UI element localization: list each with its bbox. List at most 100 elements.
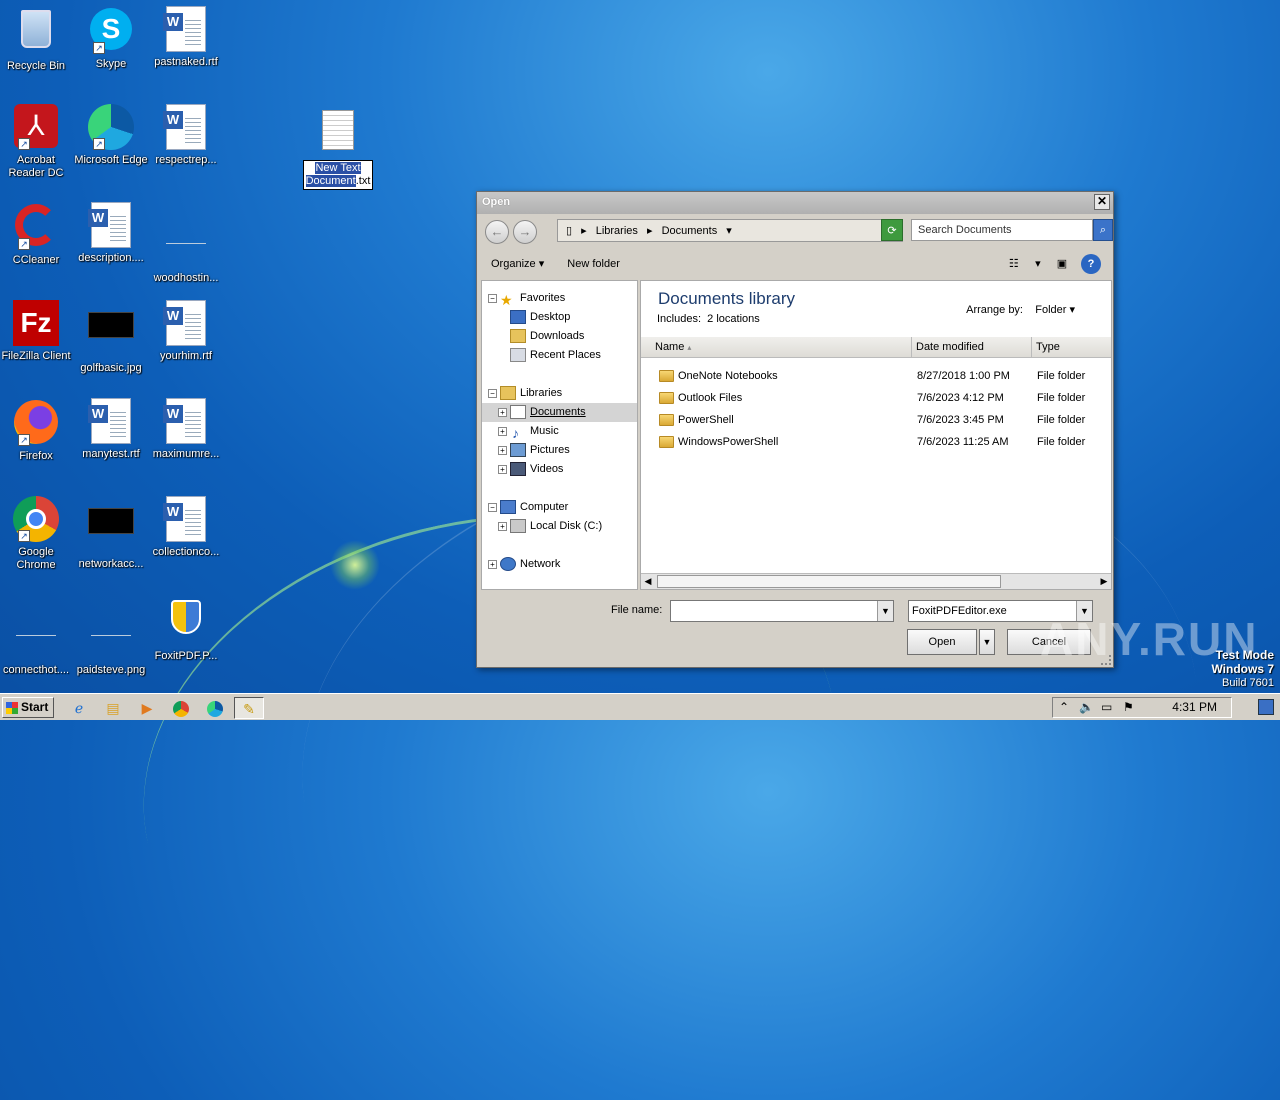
desktop-icon-chrome[interactable]: ↗ Google Chrome bbox=[0, 496, 74, 572]
desktop-icon-label: FoxitPDF.P... bbox=[154, 650, 218, 662]
pictures-icon bbox=[510, 443, 526, 457]
desktop-icon-label: Skype bbox=[95, 58, 127, 70]
desktop-icon-woodhostin[interactable]: woodhostin... bbox=[148, 202, 224, 285]
desktop-icon-filezilla[interactable]: Fz FileZilla Client bbox=[0, 300, 74, 363]
file-row[interactable]: Outlook Files 7/6/2023 4:12 PM File fold… bbox=[641, 387, 1111, 409]
nav-item-computer[interactable]: − Computer bbox=[482, 498, 637, 517]
desktop-icon-label: maximumre... bbox=[152, 448, 220, 460]
column-header-name[interactable]: Name ▴ bbox=[641, 337, 912, 358]
test-mode-notice: Test Mode Windows 7 Build 7601 bbox=[1211, 648, 1274, 689]
library-locations-link[interactable]: 2 locations bbox=[707, 313, 760, 325]
desktop-icon-acrobat[interactable]: ⅄ ↗ Acrobat Reader DC bbox=[0, 104, 74, 180]
desktop-icon-edge[interactable]: ↗ Microsoft Edge bbox=[73, 104, 149, 167]
desktop-icon-label: FileZilla Client bbox=[1, 350, 71, 362]
file-name-input[interactable]: ▼ bbox=[670, 600, 894, 622]
word-document-icon bbox=[87, 398, 135, 446]
dialog-titlebar[interactable]: Open ✕ bbox=[477, 192, 1113, 214]
search-icon[interactable]: ⌕ bbox=[1093, 219, 1113, 241]
scroll-right-icon[interactable]: ▶ bbox=[1097, 574, 1111, 589]
start-button[interactable]: Start bbox=[2, 697, 54, 718]
desktop-icon-pastnaked[interactable]: pastnaked.rtf bbox=[148, 6, 224, 69]
desktop-icon-yourhim[interactable]: yourhim.rtf bbox=[148, 300, 224, 363]
desktop-icon-collectionco[interactable]: collectionco... bbox=[148, 496, 224, 559]
view-options-icon[interactable]: ☷ bbox=[1004, 254, 1024, 274]
network-tray-icon[interactable]: ▭ bbox=[1101, 700, 1112, 714]
open-split-dropdown[interactable]: ▼ bbox=[979, 629, 995, 655]
chevron-right-icon: ▸ bbox=[646, 225, 653, 237]
nav-item-libraries[interactable]: − Libraries bbox=[482, 384, 637, 403]
help-icon[interactable]: ? bbox=[1081, 254, 1101, 274]
file-row[interactable]: WindowsPowerShell 7/6/2023 11:25 AM File… bbox=[641, 431, 1111, 453]
show-desktop-icon[interactable] bbox=[1258, 699, 1274, 715]
nav-item-local-disk[interactable]: + Local Disk (C:) bbox=[482, 517, 637, 536]
desktop-icon-ccleaner[interactable]: ↗ CCleaner bbox=[0, 202, 74, 267]
desktop-icon-label: description.... bbox=[78, 252, 144, 264]
horizontal-scrollbar[interactable]: ◀ ▶ bbox=[641, 573, 1111, 589]
desktop-icon-networkacc[interactable]: networkacc... bbox=[73, 496, 149, 571]
chrome-icon[interactable] bbox=[170, 697, 192, 719]
nav-item-favorites[interactable]: − ★ Favorites bbox=[482, 289, 637, 308]
desktop-icon-respectrep[interactable]: respectrep... bbox=[148, 104, 224, 167]
desktop-icon-foxitpdf[interactable]: FoxitPDF.P... bbox=[148, 594, 224, 663]
chevron-down-icon[interactable]: ▾ bbox=[726, 225, 732, 237]
internet-explorer-icon[interactable]: ℯ bbox=[68, 697, 90, 719]
file-row[interactable]: OneNote Notebooks 8/27/2018 1:00 PM File… bbox=[641, 365, 1111, 387]
desktop-icon-golfbasic[interactable]: golfbasic.jpg bbox=[73, 300, 149, 375]
desktop-icon-maximumre[interactable]: maximumre... bbox=[148, 398, 224, 461]
edge-icon[interactable] bbox=[204, 697, 226, 719]
desktop-icon-manytest[interactable]: manytest.rtf bbox=[73, 398, 149, 461]
word-document-icon bbox=[162, 300, 210, 348]
media-player-icon[interactable]: ▶ bbox=[136, 697, 158, 719]
nav-item-pictures[interactable]: + Pictures bbox=[482, 441, 637, 460]
desktop-icon-new-text-document[interactable]: New Text Document.txt bbox=[298, 106, 378, 190]
breadcrumb-documents[interactable]: Documents bbox=[662, 225, 718, 237]
file-explorer-icon[interactable]: ▤ bbox=[102, 697, 124, 719]
desktop-icon-label: woodhostin... bbox=[153, 272, 219, 284]
address-bar[interactable]: ▯ ▸ Libraries ▸ Documents ▾ ▾ bbox=[557, 219, 903, 242]
refresh-button[interactable]: ⟳ bbox=[881, 219, 903, 241]
nav-item-music[interactable]: + ♪ Music bbox=[482, 422, 637, 441]
wallpaper-glow bbox=[330, 540, 380, 590]
foxit-installer-task-icon[interactable]: ✎ bbox=[234, 697, 264, 719]
chrome-icon: ↗ bbox=[12, 496, 60, 544]
rename-textbox[interactable]: New Text Document.txt bbox=[302, 160, 374, 190]
nav-item-downloads[interactable]: Downloads bbox=[482, 327, 637, 346]
file-row[interactable]: PowerShell 7/6/2023 3:45 PM File folder bbox=[641, 409, 1111, 431]
nav-item-recent-places[interactable]: Recent Places bbox=[482, 346, 637, 365]
desktop-icon-label: pastnaked.rtf bbox=[154, 56, 218, 68]
chevron-down-icon[interactable]: ▼ bbox=[877, 601, 893, 621]
preview-pane-icon[interactable]: ▣ bbox=[1052, 254, 1072, 274]
nav-item-network[interactable]: + Network bbox=[482, 555, 637, 574]
desktop-icon-recycle-bin[interactable]: Recycle Bin bbox=[0, 6, 74, 73]
desktop-icon-connecthot[interactable]: connecthot.... bbox=[0, 594, 74, 677]
clock[interactable]: 4:31 PM bbox=[1172, 700, 1217, 714]
back-button[interactable]: ← bbox=[485, 220, 509, 244]
column-header-type[interactable]: Type bbox=[1032, 337, 1111, 358]
nav-item-documents[interactable]: + Documents bbox=[482, 403, 637, 422]
desktop-icon-firefox[interactable]: ↗ Firefox bbox=[0, 398, 74, 463]
scroll-left-icon[interactable]: ◀ bbox=[641, 574, 655, 589]
word-document-icon bbox=[162, 398, 210, 446]
nav-item-desktop[interactable]: Desktop bbox=[482, 308, 637, 327]
breadcrumb-libraries[interactable]: Libraries bbox=[596, 225, 638, 237]
open-file-dialog: Open ✕ ← → ▯ ▸ Libraries ▸ Documents ▾ ▾… bbox=[476, 191, 1114, 668]
open-button[interactable]: Open bbox=[907, 629, 977, 655]
chevron-down-icon[interactable]: ▾ bbox=[1033, 254, 1043, 274]
firefox-icon: ↗ bbox=[12, 400, 60, 448]
search-input[interactable]: Search Documents bbox=[911, 219, 1093, 241]
desktop-icon-paidsteve[interactable]: paidsteve.png bbox=[73, 594, 149, 677]
security-flag-icon[interactable]: ⚑ bbox=[1123, 700, 1134, 714]
desktop-icon-skype[interactable]: S ↗ Skype bbox=[73, 6, 149, 71]
nav-item-videos[interactable]: + Videos bbox=[482, 460, 637, 479]
tray-expand-icon[interactable]: ⌃ bbox=[1059, 700, 1069, 714]
new-folder-button[interactable]: New folder bbox=[567, 258, 620, 270]
organize-menu[interactable]: Organize ▾ bbox=[491, 258, 544, 270]
scrollbar-thumb[interactable] bbox=[657, 575, 1001, 588]
forward-button[interactable]: → bbox=[513, 220, 537, 244]
speaker-icon[interactable]: 🔈 bbox=[1079, 700, 1094, 714]
arrange-by-dropdown[interactable]: Folder ▾ bbox=[1035, 304, 1075, 316]
arrange-by: Arrange by: Folder ▾ bbox=[966, 304, 1075, 316]
desktop-icon-description[interactable]: description.... bbox=[73, 202, 149, 265]
column-header-date[interactable]: Date modified bbox=[912, 337, 1032, 358]
close-button[interactable]: ✕ bbox=[1094, 194, 1110, 210]
